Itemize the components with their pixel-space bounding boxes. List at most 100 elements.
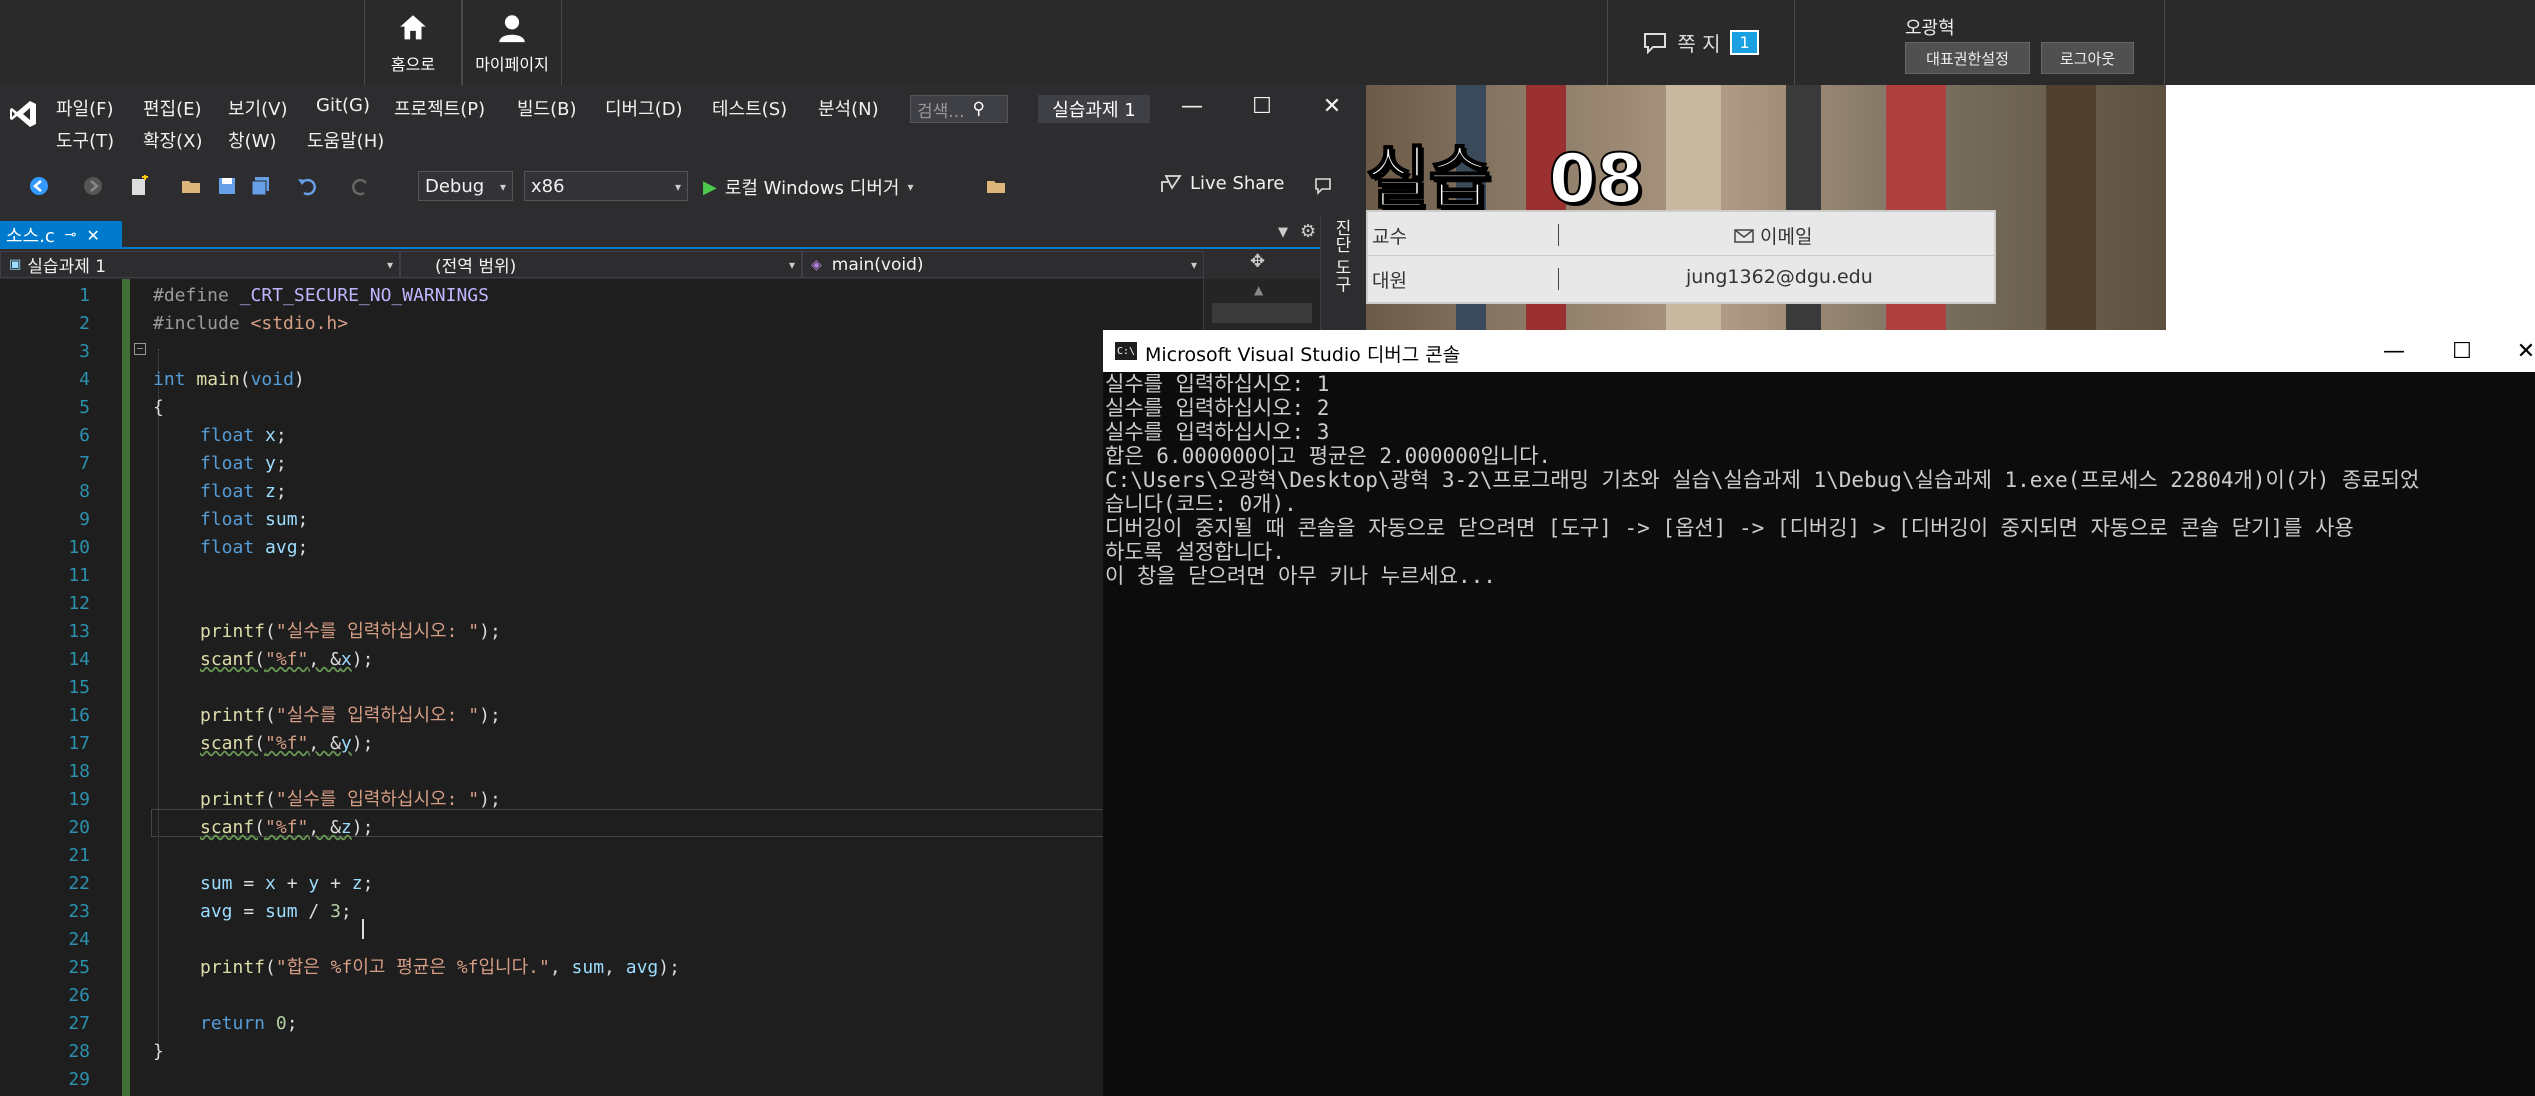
code-token: avg xyxy=(265,537,298,558)
collapse-icon[interactable]: − xyxy=(134,343,146,355)
mypage-nav-label: 마이페이지 xyxy=(475,54,549,74)
platform-select[interactable]: x86 ▾ xyxy=(524,171,688,201)
find-in-files-icon[interactable] xyxy=(985,175,1007,197)
undo-icon[interactable] xyxy=(296,175,318,197)
forward-icon[interactable] xyxy=(82,175,104,197)
menu-extensions[interactable]: 확장(X) xyxy=(143,127,203,153)
minimap-thumb[interactable] xyxy=(1212,303,1312,323)
code-token: ( xyxy=(239,369,251,390)
menu-file[interactable]: 파일(F) xyxy=(56,95,114,121)
code-line: float z; xyxy=(200,478,287,506)
menu-analyze[interactable]: 분석(N) xyxy=(818,95,879,121)
code-token: , & xyxy=(308,733,341,754)
project-dropdown[interactable]: ▣ 실습과제 1 ▾ xyxy=(0,251,400,278)
tab-label: 소스.c xyxy=(6,226,55,247)
code-token: ); xyxy=(479,789,501,810)
minimize-icon[interactable]: — xyxy=(1172,89,1212,123)
console-line: 하도록 설정합니다. xyxy=(1105,540,1285,564)
code-token: ); xyxy=(351,649,374,670)
code-token: ; xyxy=(286,1013,298,1034)
line-number: 23 xyxy=(68,901,90,922)
menu-view[interactable]: 보기(V) xyxy=(228,95,287,121)
code-editor[interactable]: − 1 2 3 4 5 6 7 8 9 10 11 12 13 14 15 16… xyxy=(0,279,1203,1096)
line-number: 28 xyxy=(68,1041,90,1062)
maximize-icon[interactable]: ☐ xyxy=(1242,89,1282,123)
close-tab-icon[interactable]: ✕ xyxy=(86,226,99,245)
save-all-icon[interactable] xyxy=(250,175,272,197)
close-icon[interactable]: ✕ xyxy=(2503,334,2535,368)
live-share-button[interactable]: Live Share xyxy=(1160,173,1284,194)
back-icon[interactable] xyxy=(28,175,50,197)
console-app-icon: C:\ xyxy=(1115,342,1137,360)
code-token: ; xyxy=(297,509,309,530)
live-share-label: Live Share xyxy=(1190,173,1285,194)
diagnostic-tools-label: 진단 도구 xyxy=(1331,219,1351,293)
messages-button[interactable]: 쪽 지 1 xyxy=(1607,0,1795,85)
role-setting-button[interactable]: 대표권한설정 xyxy=(1905,42,2030,74)
pin-icon[interactable]: ⊸ xyxy=(65,227,77,243)
close-icon[interactable]: ✕ xyxy=(1312,89,1352,123)
menu-tools[interactable]: 도구(T) xyxy=(56,127,114,153)
menu-build[interactable]: 빌드(B) xyxy=(517,95,577,121)
code-token: float xyxy=(200,537,266,558)
gear-icon[interactable]: ⚙ xyxy=(1300,221,1316,242)
chevron-down-icon: ▾ xyxy=(1190,258,1197,272)
code-line: { xyxy=(153,397,164,418)
code-token: / xyxy=(297,901,331,922)
redo-icon[interactable] xyxy=(350,175,372,197)
member-dropdown[interactable]: ◈ main(void) ▾ xyxy=(802,251,1204,278)
email-link[interactable]: jung1362@dgu.edu xyxy=(1686,266,1873,288)
new-item-icon[interactable] xyxy=(128,175,150,197)
code-token: 3 xyxy=(330,901,341,922)
code-token: ( xyxy=(265,621,276,642)
menu-test[interactable]: 테스트(S) xyxy=(712,95,787,121)
line-number: 17 xyxy=(68,733,90,754)
email-header-label: 이메일 xyxy=(1760,226,1813,248)
home-nav-label: 홈으로 xyxy=(390,54,436,74)
divider xyxy=(1558,224,1559,246)
tab-source-file[interactable]: 소스.c ⊸ ✕ xyxy=(0,221,122,249)
page-background xyxy=(2166,85,2535,335)
code-line: float avg; xyxy=(200,534,308,562)
save-icon[interactable] xyxy=(216,175,238,197)
menu-project[interactable]: 프로젝트(P) xyxy=(394,95,485,121)
line-number: 12 xyxy=(68,593,90,614)
open-folder-icon[interactable] xyxy=(180,175,202,197)
code-token: "%f" xyxy=(265,817,309,838)
code-token: y xyxy=(265,453,276,474)
code-token: ; xyxy=(275,481,287,502)
feedback-icon[interactable] xyxy=(1312,175,1334,197)
mypage-nav-button[interactable]: 마이페이지 xyxy=(462,0,562,85)
code-token: float xyxy=(200,481,266,502)
scroll-up-icon[interactable]: ▲ xyxy=(1254,283,1263,297)
search-input[interactable]: 검색... ⚲ xyxy=(910,95,1008,123)
code-token: ( xyxy=(254,733,266,754)
menu-edit[interactable]: 편집(E) xyxy=(143,95,202,121)
menu-debug[interactable]: 디버그(D) xyxy=(605,95,683,121)
maximize-icon[interactable]: ☐ xyxy=(2439,334,2485,368)
code-line: float sum; xyxy=(200,506,308,534)
line-number: 19 xyxy=(68,789,90,810)
start-debugging-button[interactable]: ▶ 로컬 Windows 디버거 ▾ xyxy=(703,173,913,201)
menu-window[interactable]: 창(W) xyxy=(228,127,276,153)
line-number: 14 xyxy=(68,649,90,670)
menu-git[interactable]: Git(G) xyxy=(316,95,370,116)
start-debugging-label: 로컬 Windows 디버거 xyxy=(724,178,900,199)
menu-help[interactable]: 도움말(H) xyxy=(307,127,384,153)
split-window-icon[interactable]: ✥ xyxy=(1250,251,1270,272)
chevron-down-icon[interactable]: ▼ xyxy=(1278,225,1288,240)
code-line: avg = sum / 3; xyxy=(200,898,352,926)
home-nav-button[interactable]: 홈으로 xyxy=(364,0,462,85)
line-number: 7 xyxy=(79,453,90,474)
configuration-select[interactable]: Debug ▾ xyxy=(418,171,513,201)
scope-dropdown[interactable]: (전역 범위) ▾ xyxy=(400,251,802,278)
code-token: x xyxy=(265,425,276,446)
portal-top-bar: 홈으로 마이페이지 쪽 지 1 오광혁 대표권한설정 로그아웃 xyxy=(0,0,2535,85)
document-tab-strip: 소스.c ⊸ ✕ ▼ ⚙ xyxy=(0,221,1320,249)
line-number: 9 xyxy=(79,509,90,530)
console-output[interactable]: 실수를 입력하십시오: 1 실수를 입력하십시오: 2 실수를 입력하십시오: … xyxy=(1103,372,2535,1096)
logout-button[interactable]: 로그아웃 xyxy=(2041,42,2134,74)
minimize-icon[interactable]: — xyxy=(2371,334,2417,368)
chat-icon xyxy=(1644,32,1667,54)
search-placeholder: 검색... xyxy=(917,101,965,122)
